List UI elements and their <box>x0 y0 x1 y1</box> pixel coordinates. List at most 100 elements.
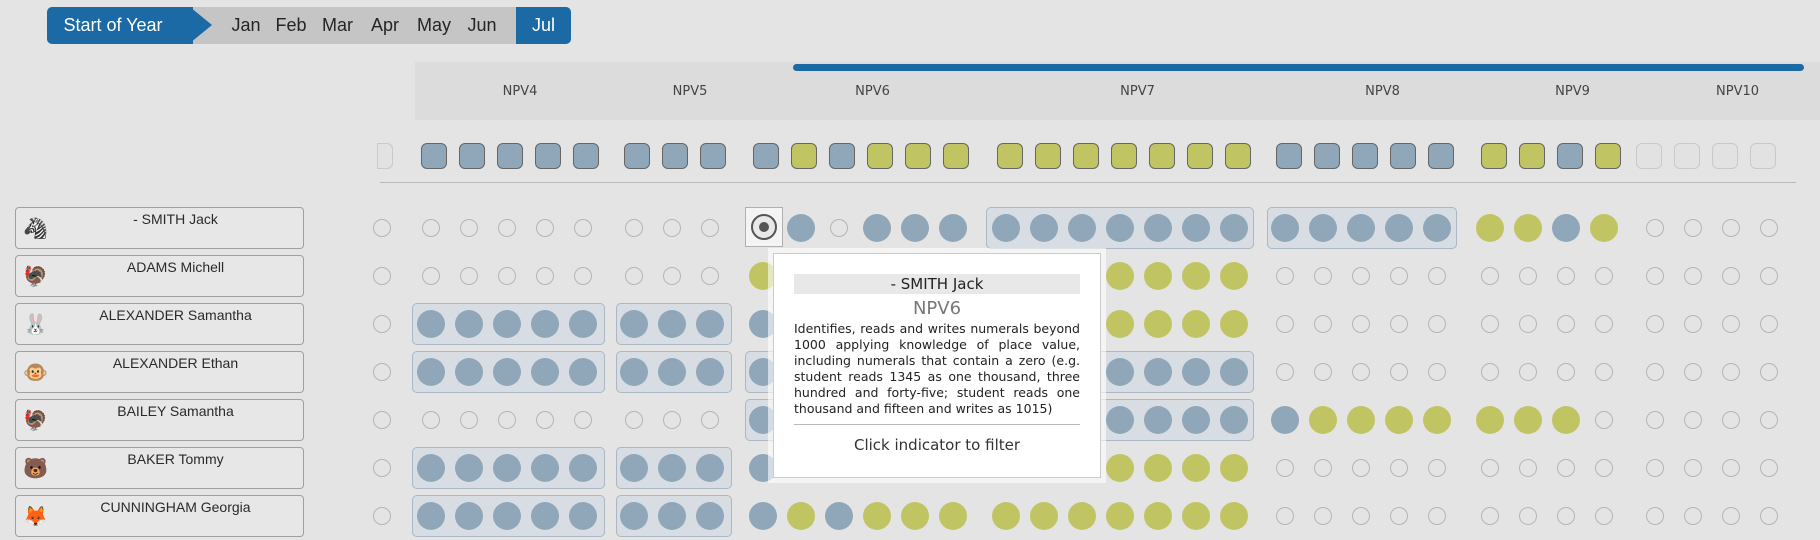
indicator-square[interactable] <box>1390 143 1416 169</box>
indicator-dot[interactable] <box>1514 406 1542 434</box>
indicator-square[interactable] <box>753 143 779 169</box>
indicator-dot[interactable] <box>620 502 648 530</box>
indicator-dot[interactable] <box>1220 406 1248 434</box>
indicator-dot[interactable] <box>1106 406 1134 434</box>
indicator-dot[interactable] <box>1481 459 1499 477</box>
indicator-dot[interactable] <box>1182 454 1210 482</box>
indicator-dot[interactable] <box>992 502 1020 530</box>
indicator-dot[interactable] <box>1519 315 1537 333</box>
indicator-dot[interactable] <box>625 267 643 285</box>
indicator-dot[interactable] <box>1557 315 1575 333</box>
indicator-dot[interactable] <box>1220 502 1248 530</box>
indicator-dot[interactable] <box>373 315 391 333</box>
indicator-dot[interactable] <box>1271 406 1299 434</box>
indicator-dot[interactable] <box>825 502 853 530</box>
indicator-dot[interactable] <box>531 454 559 482</box>
indicator-dot[interactable] <box>1314 507 1332 525</box>
indicator-dot[interactable] <box>1595 267 1613 285</box>
indicator-dot[interactable] <box>701 411 719 429</box>
indicator-dot[interactable] <box>1428 315 1446 333</box>
month-jul[interactable]: Jul <box>516 7 571 44</box>
indicator-dot[interactable] <box>663 267 681 285</box>
indicator-dot[interactable] <box>1684 411 1702 429</box>
indicator-dot[interactable] <box>455 310 483 338</box>
indicator-dot[interactable] <box>1595 507 1613 525</box>
indicator-dot[interactable] <box>701 219 719 237</box>
indicator-dot[interactable] <box>1760 219 1778 237</box>
indicator-square[interactable] <box>1712 143 1738 169</box>
indicator-dot[interactable] <box>620 454 648 482</box>
indicator-dot[interactable] <box>1309 214 1337 242</box>
indicator-dot[interactable] <box>1106 214 1134 242</box>
indicator-dot[interactable] <box>1481 363 1499 381</box>
indicator-dot[interactable] <box>1347 214 1375 242</box>
indicator-dot[interactable] <box>574 219 592 237</box>
month-mar[interactable]: Mar <box>314 7 361 44</box>
selected-indicator-cell[interactable] <box>745 207 783 247</box>
indicator-dot[interactable] <box>696 502 724 530</box>
indicator-dot[interactable] <box>373 411 391 429</box>
indicator-dot[interactable] <box>493 502 521 530</box>
indicator-dot[interactable] <box>1552 214 1580 242</box>
indicator-dot[interactable] <box>1314 267 1332 285</box>
indicator-dot[interactable] <box>1428 507 1446 525</box>
indicator-dot[interactable] <box>749 502 777 530</box>
indicator-square[interactable] <box>1428 143 1454 169</box>
indicator-dot[interactable] <box>696 358 724 386</box>
indicator-dot[interactable] <box>1684 315 1702 333</box>
indicator-dot[interactable] <box>1352 507 1370 525</box>
indicator-dot[interactable] <box>1722 507 1740 525</box>
indicator-dot[interactable] <box>1481 507 1499 525</box>
indicator-dot[interactable] <box>422 267 440 285</box>
student-row[interactable]: 🦃 ADAMS Michell <box>15 255 304 297</box>
indicator-dot[interactable] <box>1722 411 1740 429</box>
indicator-dot[interactable] <box>901 214 929 242</box>
indicator-square[interactable] <box>459 143 485 169</box>
indicator-dot[interactable] <box>1390 507 1408 525</box>
indicator-dot[interactable] <box>1476 214 1504 242</box>
indicator-square[interactable] <box>1481 143 1507 169</box>
indicator-dot[interactable] <box>455 454 483 482</box>
indicator-square[interactable] <box>573 143 599 169</box>
indicator-dot[interactable] <box>1590 214 1618 242</box>
indicator-dot[interactable] <box>658 502 686 530</box>
indicator-dot[interactable] <box>536 219 554 237</box>
indicator-dot[interactable] <box>1481 315 1499 333</box>
indicator-dot[interactable] <box>1760 267 1778 285</box>
indicator-square[interactable] <box>1750 143 1776 169</box>
indicator-square[interactable] <box>905 143 931 169</box>
indicator-dot[interactable] <box>1595 363 1613 381</box>
indicator-dot[interactable] <box>1309 406 1337 434</box>
indicator-dot[interactable] <box>373 363 391 381</box>
indicator-dot[interactable] <box>373 507 391 525</box>
indicator-dot[interactable] <box>696 310 724 338</box>
indicator-dot[interactable] <box>574 411 592 429</box>
indicator-dot[interactable] <box>1106 262 1134 290</box>
indicator-dot[interactable] <box>1106 502 1134 530</box>
indicator-dot[interactable] <box>1276 267 1294 285</box>
indicator-square[interactable] <box>867 143 893 169</box>
indicator-dot[interactable] <box>1646 459 1664 477</box>
indicator-dot[interactable] <box>569 310 597 338</box>
indicator-dot[interactable] <box>569 502 597 530</box>
indicator-dot[interactable] <box>1423 406 1451 434</box>
indicator-dot[interactable] <box>1646 315 1664 333</box>
indicator-dot[interactable] <box>574 267 592 285</box>
indicator-square[interactable] <box>943 143 969 169</box>
indicator-square[interactable] <box>1674 143 1700 169</box>
indicator-dot[interactable] <box>536 267 554 285</box>
indicator-dot[interactable] <box>1557 363 1575 381</box>
indicator-dot[interactable] <box>493 310 521 338</box>
indicator-dot[interactable] <box>1144 358 1172 386</box>
indicator-dot[interactable] <box>1722 459 1740 477</box>
indicator-dot[interactable] <box>625 411 643 429</box>
indicator-dot[interactable] <box>536 411 554 429</box>
indicator-dot[interactable] <box>1476 406 1504 434</box>
indicator-dot[interactable] <box>1514 214 1542 242</box>
indicator-dot[interactable] <box>1068 214 1096 242</box>
indicator-dot[interactable] <box>1390 363 1408 381</box>
indicator-dot[interactable] <box>1385 406 1413 434</box>
indicator-dot[interactable] <box>1519 507 1537 525</box>
indicator-dot[interactable] <box>1722 267 1740 285</box>
indicator-dot[interactable] <box>531 310 559 338</box>
